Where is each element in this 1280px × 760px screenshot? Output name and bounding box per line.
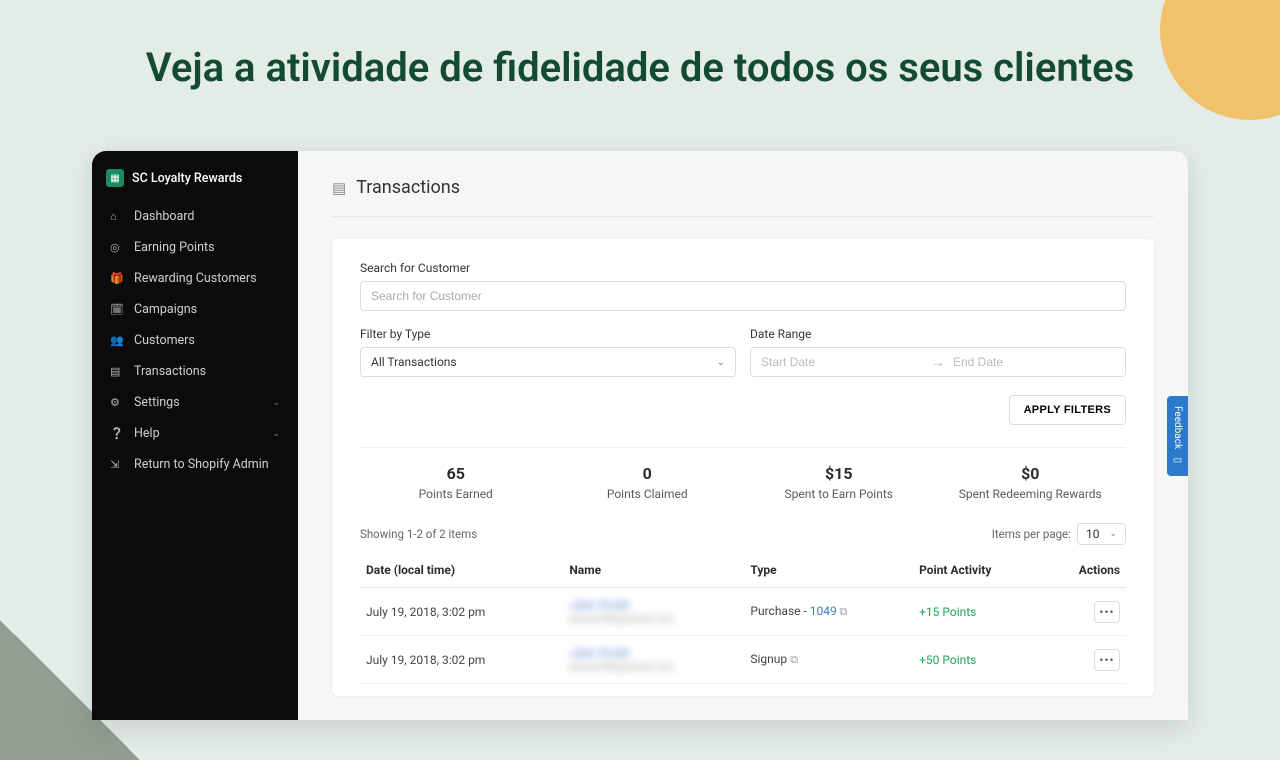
stat-spent-redeem: $0Spent Redeeming Rewards xyxy=(935,464,1127,501)
sidebar-item-label: Settings xyxy=(134,395,180,410)
feedback-tab[interactable]: Feedback ▭ xyxy=(1167,395,1188,475)
page-title: ▤ Transactions xyxy=(332,177,1154,217)
cell-activity: +50 Points xyxy=(913,636,1043,684)
filter-type-label: Filter by Type xyxy=(360,327,736,341)
gift-icon: 🎁 xyxy=(110,272,124,285)
sidebar-item-label: Return to Shopify Admin xyxy=(134,457,269,472)
col-type: Type xyxy=(744,553,913,588)
sidebar-item-label: Rewarding Customers xyxy=(134,271,257,286)
main-content: ▤ Transactions Search for Customer Filte… xyxy=(298,151,1188,720)
sidebar-item-transactions[interactable]: ▤ Transactions xyxy=(92,356,298,387)
panel: Search for Customer Filter by Type All T… xyxy=(332,239,1154,696)
sidebar-item-earning-points[interactable]: ◎ Earning Points xyxy=(92,232,298,263)
order-link[interactable]: 1049 xyxy=(810,604,837,618)
cell-type: Purchase - 1049 ⧉ xyxy=(744,588,913,636)
shop-icon: ⇲ xyxy=(110,458,124,471)
page-title-text: Transactions xyxy=(356,177,460,198)
brand: ▦ SC Loyalty Rewards xyxy=(92,169,298,201)
items-per-page-label: Items per page: xyxy=(992,527,1071,541)
col-name: Name xyxy=(563,553,744,588)
receipt-icon: ▤ xyxy=(110,365,124,378)
chat-icon: ▭ xyxy=(1172,455,1183,466)
chevron-down-icon: ⌄ xyxy=(1109,529,1117,539)
sidebar: ▦ SC Loyalty Rewards ⌂ Dashboard ◎ Earning… xyxy=(92,151,298,720)
chevron-down-icon: ⌄ xyxy=(272,429,280,439)
decor-circle xyxy=(1160,0,1280,120)
items-per-page-select[interactable]: 10 ⌄ xyxy=(1077,523,1126,545)
sidebar-item-help[interactable]: ❔ Help ⌄ xyxy=(92,418,298,449)
table-row: July 19, 2018, 3:02 pm John Smith johnsm… xyxy=(360,636,1126,684)
feedback-label: Feedback xyxy=(1172,405,1183,448)
col-date: Date (local time) xyxy=(360,553,563,588)
cell-type: Signup ⧉ xyxy=(744,636,913,684)
apply-filters-button[interactable]: APPLY FILTERS xyxy=(1009,395,1126,425)
sidebar-item-customers[interactable]: 👥 Customers xyxy=(92,325,298,356)
chevron-down-icon: ⌄ xyxy=(272,398,280,408)
search-label: Search for Customer xyxy=(360,261,1126,275)
date-range-picker[interactable]: → xyxy=(750,347,1126,377)
row-actions-menu[interactable]: ••• xyxy=(1094,649,1120,671)
filter-type-value: All Transactions xyxy=(371,355,457,369)
date-range-label: Date Range xyxy=(750,327,1126,341)
sidebar-item-label: Help xyxy=(134,426,160,441)
cell-activity: +15 Points xyxy=(913,588,1043,636)
gear-icon: ⚙ xyxy=(110,396,124,409)
sidebar-item-label: Customers xyxy=(134,333,195,348)
pager: Showing 1-2 of 2 items Items per page: 1… xyxy=(360,523,1126,545)
home-icon: ⌂ xyxy=(110,210,124,223)
search-input[interactable] xyxy=(360,281,1126,311)
transactions-table: Date (local time) Name Type Point Activi… xyxy=(360,553,1126,684)
copy-icon[interactable]: ⧉ xyxy=(790,653,798,666)
people-icon: 👥 xyxy=(110,334,124,347)
col-activity: Point Activity xyxy=(913,553,1043,588)
start-date-input[interactable] xyxy=(761,355,923,369)
stat-points-claimed: 0Points Claimed xyxy=(552,464,744,501)
stat-points-earned: 65Points Earned xyxy=(360,464,552,501)
table-row: July 19, 2018, 3:02 pm John Smith johnsm… xyxy=(360,588,1126,636)
cell-name: John Smith johnsmith@email.com xyxy=(563,636,744,684)
sidebar-item-label: Dashboard xyxy=(134,209,194,224)
sidebar-item-settings[interactable]: ⚙ Settings ⌄ xyxy=(92,387,298,418)
brand-icon: ▦ xyxy=(106,169,124,187)
showing-text: Showing 1-2 of 2 items xyxy=(360,527,477,541)
stat-spent-earn: $15Spent to Earn Points xyxy=(743,464,935,501)
copy-icon[interactable]: ⧉ xyxy=(837,605,848,618)
row-actions-menu[interactable]: ••• xyxy=(1094,601,1120,623)
sidebar-item-campaigns[interactable]: 🗓 Campaigns xyxy=(92,294,298,325)
stats: 65Points Earned 0Points Claimed $15Spent… xyxy=(360,447,1126,523)
cell-date: July 19, 2018, 3:02 pm xyxy=(360,588,563,636)
cell-name: John Smith johnsmith@email.com xyxy=(563,588,744,636)
brand-name: SC Loyalty Rewards xyxy=(132,171,242,186)
arrow-right-icon: → xyxy=(931,354,945,371)
sidebar-item-label: Transactions xyxy=(134,364,206,379)
sidebar-item-rewarding-customers[interactable]: 🎁 Rewarding Customers xyxy=(92,263,298,294)
calendar-icon: 🗓 xyxy=(110,303,124,316)
receipt-icon: ▤ xyxy=(332,179,346,197)
sidebar-item-label: Earning Points xyxy=(134,240,215,255)
end-date-input[interactable] xyxy=(953,355,1115,369)
app-window: ▦ SC Loyalty Rewards ⌂ Dashboard ◎ Earning… xyxy=(92,151,1188,720)
cell-date: July 19, 2018, 3:02 pm xyxy=(360,636,563,684)
filter-type-select[interactable]: All Transactions ⌄ xyxy=(360,347,736,377)
col-actions: Actions xyxy=(1044,553,1126,588)
sidebar-item-return-shopify[interactable]: ⇲ Return to Shopify Admin xyxy=(92,449,298,480)
target-icon: ◎ xyxy=(110,241,124,254)
sidebar-item-dashboard[interactable]: ⌂ Dashboard xyxy=(92,201,298,232)
hero-heading: Veja a atividade de fidelidade de todos … xyxy=(0,0,1280,91)
chevron-down-icon: ⌄ xyxy=(717,357,725,368)
sidebar-item-label: Campaigns xyxy=(134,302,197,317)
question-icon: ❔ xyxy=(110,427,124,440)
